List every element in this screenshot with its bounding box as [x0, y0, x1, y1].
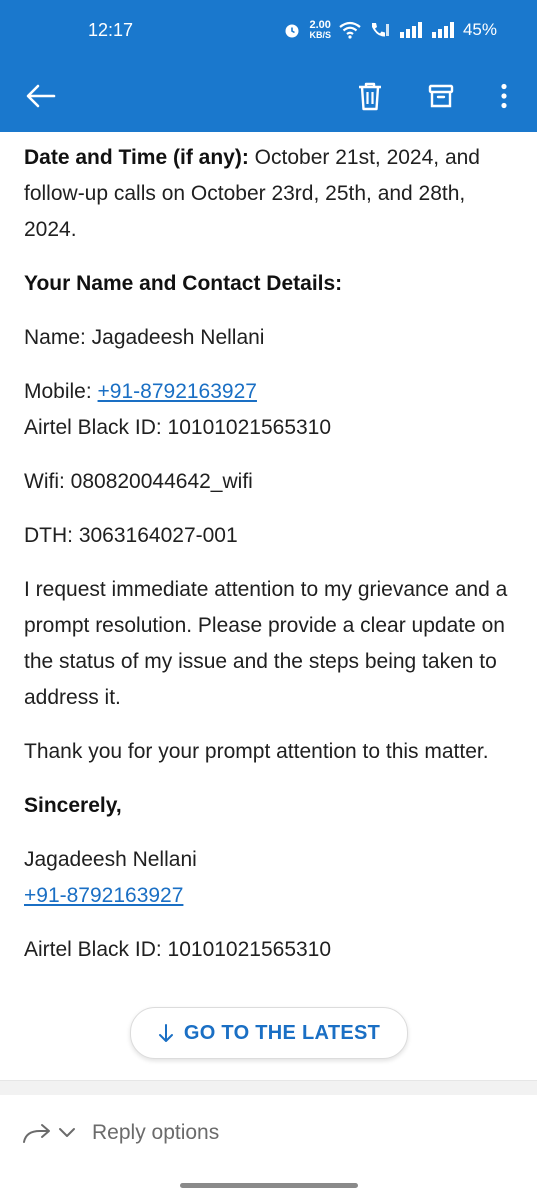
status-time: 12:17: [88, 20, 134, 40]
request-paragraph: I request immediate attention to my grie…: [24, 578, 508, 709]
wifi-line: Wifi: 080820044642_wifi: [24, 470, 253, 493]
name-line: Name: Jagadeesh Nellani: [24, 326, 265, 349]
archive-icon: [428, 84, 454, 108]
signal-icon-1: [399, 22, 422, 38]
wifi-icon: [339, 21, 361, 39]
arrow-down-icon: [158, 1024, 173, 1042]
network-speed: 2.00 KB/S: [309, 20, 331, 40]
signature-name: Jagadeesh Nellani: [24, 848, 197, 871]
mobile-label: Mobile:: [24, 380, 92, 403]
footer-divider: [0, 1080, 537, 1095]
chevron-down-icon: [59, 1128, 75, 1137]
arrow-left-icon: [26, 84, 56, 108]
mobile-phone-link[interactable]: +91-8792163927: [98, 380, 257, 403]
mobile-block: Mobile: +91-8792163927 Airtel Black ID: …: [24, 374, 519, 446]
go-to-latest-button[interactable]: GO TO THE LATEST: [130, 1007, 408, 1059]
reply-footer: Reply options: [0, 1095, 537, 1200]
more-options-button[interactable]: [480, 72, 528, 120]
airtel-id-line: Airtel Black ID: 10101021565310: [24, 416, 332, 439]
status-icons: 2.00 KB/S 45%: [283, 18, 497, 42]
date-time-paragraph: Date and Time (if any): October 21st, 20…: [24, 140, 519, 248]
go-to-latest-label: GO TO THE LATEST: [183, 1021, 381, 1044]
contact-heading-text: Your Name and Contact Details:: [24, 272, 343, 295]
signature-block: Jagadeesh Nellani +91-8792163927: [24, 842, 519, 914]
trash-icon: [359, 82, 381, 111]
home-indicator[interactable]: [180, 1183, 358, 1188]
dth-line: DTH: 3063164027-001: [24, 524, 238, 547]
signoff: Sincerely,: [24, 788, 519, 824]
status-bar: 12:17 2.00 KB/S 45%: [0, 0, 537, 62]
archive-button[interactable]: [417, 72, 465, 120]
contact-heading: Your Name and Contact Details:: [24, 266, 519, 302]
more-vertical-icon: [501, 83, 507, 109]
thanks-paragraph: Thank you for your prompt attention to t…: [24, 740, 489, 763]
battery-percent: 45%: [462, 20, 497, 39]
reply-options-button[interactable]: Reply options: [22, 1121, 219, 1145]
back-button[interactable]: [17, 72, 65, 120]
reply-arrow-icon: [23, 1124, 50, 1143]
network-speed-unit: KB/S: [309, 30, 331, 40]
wifi-call-icon: [371, 23, 389, 37]
delete-button[interactable]: [346, 72, 394, 120]
alarm-icon: [285, 24, 299, 38]
email-body: Date and Time (if any): October 21st, 20…: [24, 140, 519, 986]
app-toolbar: [0, 62, 537, 132]
signature-phone-link[interactable]: +91-8792163927: [24, 884, 183, 907]
date-time-label: Date and Time (if any):: [24, 146, 249, 169]
reply-options-label: Reply options: [92, 1121, 220, 1144]
signal-icon-2: [431, 22, 454, 38]
signature-airtel-id: Airtel Black ID: 10101021565310: [24, 938, 332, 961]
signoff-text: Sincerely,: [24, 794, 122, 817]
